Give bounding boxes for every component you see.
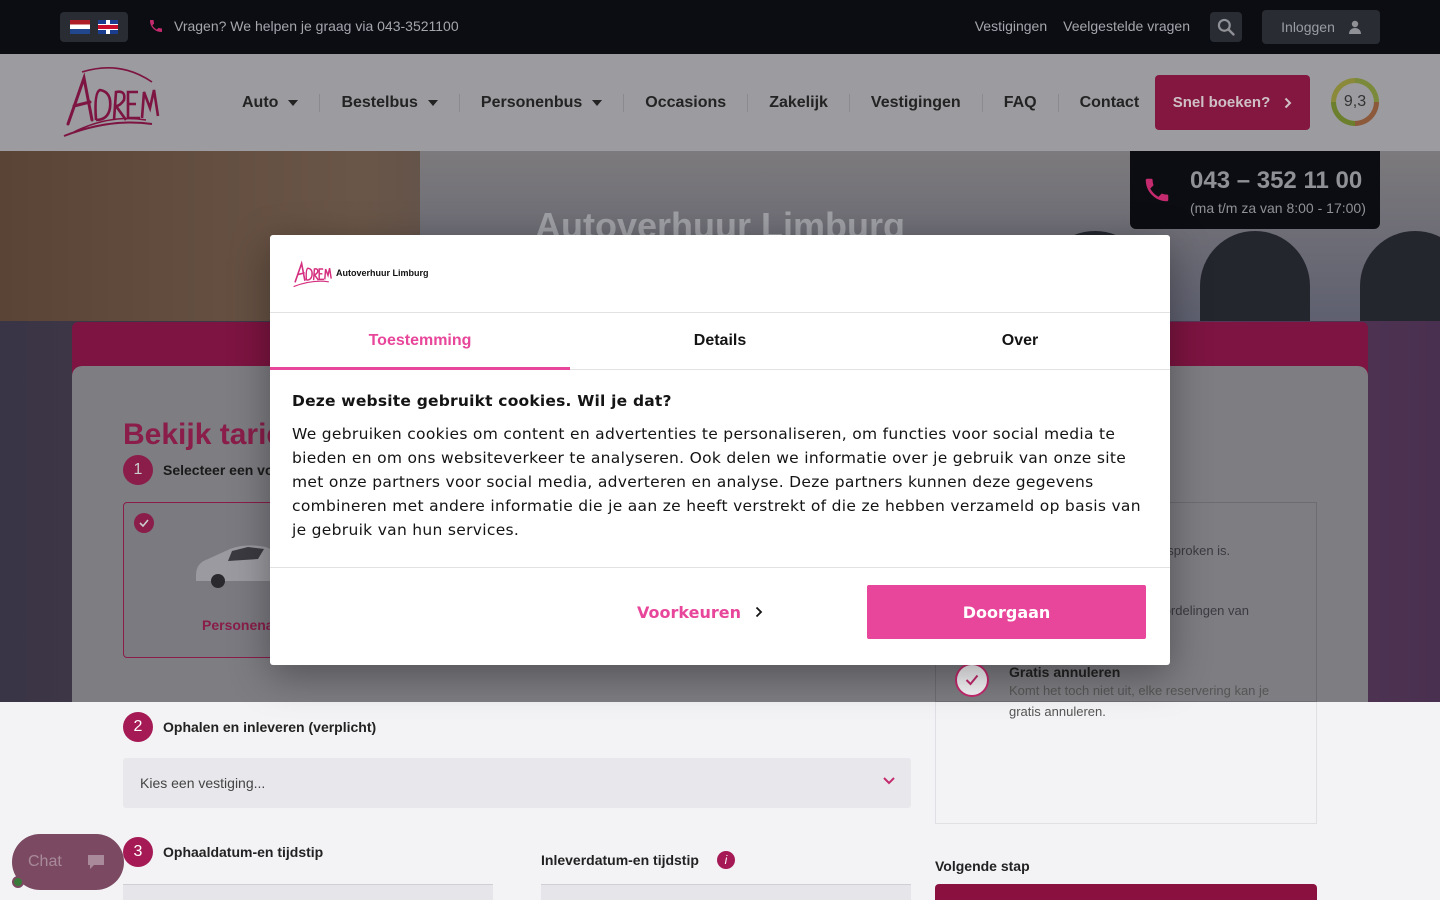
search-button[interactable] [1210, 12, 1242, 42]
modal-logo-text: Autoverhuur Limburg [336, 268, 429, 278]
info-icon[interactable]: i [716, 851, 735, 869]
main-nav: Auto Bestelbus Personenbus Occasions Zak… [242, 94, 1160, 112]
nav-label: Zakelijk [769, 94, 828, 111]
check-icon [134, 513, 154, 533]
topbar-phone[interactable]: Vragen? We helpen je graag via 043-35211… [148, 18, 459, 34]
modal-logo: Autoverhuur Limburg [292, 257, 429, 289]
search-icon [1217, 18, 1235, 36]
step-number: 3 [123, 837, 153, 867]
nav-item-faq[interactable]: FAQ [981, 94, 1058, 112]
top-bar: Vragen? We helpen je graag via 043-35211… [0, 0, 1440, 54]
chat-button[interactable]: Chat [12, 834, 124, 890]
login-button[interactable]: Inloggen [1262, 10, 1380, 44]
caret-down-icon [592, 100, 603, 106]
hero-phone-hours: (ma t/m za van 8:00 - 17:00) [1190, 200, 1366, 216]
rating-badge[interactable]: 9,3 [1331, 78, 1379, 126]
adrem-logo-small [293, 260, 332, 288]
booking-title: Bekijk tarie [123, 418, 284, 451]
user-icon [1348, 20, 1361, 34]
return-date-input[interactable] [541, 884, 911, 900]
topbar-link-faq[interactable]: Veelgestelde vragen [1063, 18, 1190, 34]
step-1-label: Selecteer een vo [163, 462, 274, 478]
nav-item-auto[interactable]: Auto [242, 94, 319, 112]
topbar-links: Vestigingen Veelgestelde vragen [975, 18, 1190, 34]
online-status-dot [12, 876, 24, 888]
tab-over[interactable]: Over [870, 313, 1170, 369]
modal-body: Deze website gebruikt cookies. Wil je da… [292, 392, 1148, 542]
language-switcher [60, 12, 128, 42]
modal-heading: Deze website gebruikt cookies. Wil je da… [292, 392, 672, 410]
step-3: 3 Ophaaldatum-en tijdstip [123, 837, 323, 867]
return-date-heading: Inleverdatum-en tijdstip i [541, 851, 735, 869]
topbar-link-vestigingen[interactable]: Vestigingen [975, 18, 1047, 34]
accept-label: Doorgaan [962, 602, 1051, 622]
modal-tabs: Toestemming Details Over [270, 312, 1170, 370]
login-label: Inloggen [1281, 19, 1335, 35]
hero-phone-number: 043 – 352 11 00 [1190, 167, 1363, 194]
accept-button[interactable]: Doorgaan [867, 585, 1146, 639]
step-2: 2 Ophalen en inleveren (verplicht) [123, 712, 376, 742]
step-number: 2 [123, 712, 153, 742]
nav-item-vestigingen[interactable]: Vestigingen [848, 94, 982, 112]
nav-label: Occasions [645, 94, 727, 111]
nav-item-contact[interactable]: Contact [1057, 94, 1161, 112]
nav-label: FAQ [1003, 94, 1037, 111]
nav-label: Bestelbus [341, 94, 418, 111]
chat-label: Chat [28, 853, 62, 870]
main-navbar: Auto Bestelbus Personenbus Occasions Zak… [0, 54, 1440, 151]
step-2-label: Ophalen en inleveren (verplicht) [163, 719, 377, 735]
nav-item-bestelbus[interactable]: Bestelbus [319, 94, 458, 112]
english-flag-icon[interactable] [98, 20, 118, 34]
nav-item-personenbus[interactable]: Personenbus [458, 94, 623, 112]
adrem-logo[interactable] [60, 62, 160, 142]
location-select[interactable]: Kies een vestiging... [123, 758, 911, 808]
check-circle-icon [955, 663, 989, 697]
tab-details[interactable]: Details [570, 313, 870, 369]
phone-icon [1145, 178, 1169, 202]
step-number: 1 [123, 455, 153, 485]
preferences-label: Voorkeuren [637, 602, 741, 622]
tab-toestemming[interactable]: Toestemming [270, 313, 570, 370]
return-date-label: Inleverdatum-en tijdstip [541, 852, 699, 868]
chat-bubble-icon [87, 855, 104, 869]
dutch-flag-icon[interactable] [70, 20, 90, 34]
step-3-label: Ophaaldatum-en tijdstip [163, 844, 324, 860]
snel-boeken-label: Snel boeken? [1172, 94, 1271, 111]
chevron-right-icon [1285, 97, 1292, 108]
modal-text: We gebruiken cookies om content en adver… [292, 425, 1141, 539]
usp-box-lower [935, 702, 1317, 824]
next-step-button[interactable] [935, 884, 1317, 900]
nav-label: Contact [1079, 94, 1140, 111]
hero-phone-box[interactable]: 043 – 352 11 00 (ma t/m za van 8:00 - 17… [1130, 151, 1380, 229]
nav-label: Auto [242, 94, 279, 111]
nav-label: Vestigingen [870, 94, 961, 111]
cookie-consent-dialog: Autoverhuur Limburg Toestemming Details … [270, 235, 1170, 665]
next-step-heading: Volgende stap [935, 858, 1030, 874]
step-1: 1 Selecteer een vo [123, 455, 274, 485]
chevron-right-icon [755, 606, 763, 618]
nav-item-zakelijk[interactable]: Zakelijk [747, 94, 849, 112]
phone-icon [150, 20, 162, 32]
preferences-button[interactable]: Voorkeuren [630, 587, 770, 637]
vehicle-label: Personena [202, 617, 274, 633]
pickup-date-input[interactable] [123, 884, 493, 900]
usp-3-title: Gratis annuleren [1009, 664, 1121, 680]
modal-divider [270, 567, 1170, 568]
caret-down-icon [288, 100, 299, 106]
caret-down-icon [427, 100, 438, 106]
chevron-down-icon [883, 777, 895, 785]
nav-item-occasions[interactable]: Occasions [623, 94, 747, 112]
snel-boeken-button[interactable]: Snel boeken? [1155, 75, 1310, 130]
nav-label: Personenbus [480, 94, 583, 111]
location-select-value: Kies een vestiging... [140, 775, 266, 791]
topbar-phone-text: Vragen? We helpen je graag via 043-35211… [174, 18, 459, 34]
rating-value: 9,3 [1343, 93, 1367, 110]
